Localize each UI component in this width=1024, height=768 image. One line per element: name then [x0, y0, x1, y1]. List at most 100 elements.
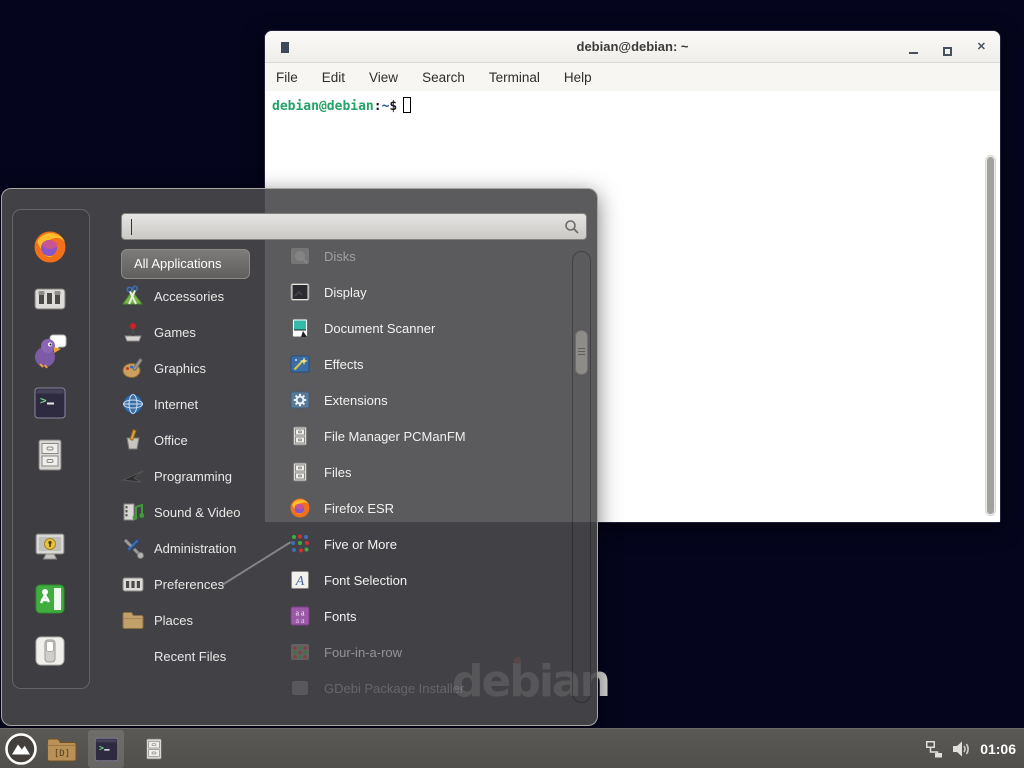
app-disks[interactable]: Disks — [289, 238, 577, 274]
app-display[interactable]: Display — [289, 274, 577, 310]
terminal-menubar: File Edit View Search Terminal Help — [265, 63, 1000, 91]
favorite-firefox[interactable] — [32, 229, 68, 265]
svg-text:>: > — [99, 742, 104, 752]
terminal-scrollbar[interactable] — [985, 155, 996, 516]
category-preferences[interactable]: Preferences — [121, 566, 271, 602]
menu-edit[interactable]: Edit — [322, 70, 345, 85]
app-document-scanner[interactable]: Document Scanner — [289, 310, 577, 346]
category-office[interactable]: Office — [121, 422, 271, 458]
category-all-applications[interactable]: All Applications — [121, 249, 250, 279]
close-button[interactable]: ✕ — [977, 31, 986, 63]
app-label: Firefox ESR — [324, 501, 394, 516]
category-games[interactable]: Games — [121, 314, 271, 350]
app-gdebi-package-installer[interactable]: GDebi Package Installer — [289, 670, 577, 706]
terminal-cursor — [403, 97, 411, 113]
terminal-scrollbar-thumb[interactable] — [987, 157, 994, 514]
sound-video-icon — [121, 500, 145, 524]
favorite-file-manager[interactable] — [32, 437, 68, 473]
application-menu: > — [1, 188, 598, 726]
category-recent-files[interactable]: Recent Files — [121, 638, 271, 674]
category-label: Preferences — [154, 577, 224, 592]
five-or-more-icon — [289, 533, 311, 555]
category-places[interactable]: Places — [121, 602, 271, 638]
prompt-user-host: debian@debian — [272, 99, 374, 114]
menu-terminal[interactable]: Terminal — [489, 70, 540, 85]
category-internet[interactable]: Internet — [121, 386, 271, 422]
category-programming[interactable]: Programming — [121, 458, 271, 494]
session-shut-down[interactable] — [32, 633, 68, 669]
menu-scrollbar-thumb[interactable] — [575, 330, 588, 375]
file-manager-launcher[interactable]: [D] — [42, 729, 82, 768]
firefox-icon — [32, 229, 68, 265]
menu-search-box — [121, 213, 587, 240]
file-cabinet-icon — [289, 461, 311, 483]
app-label: GDebi Package Installer — [324, 681, 464, 696]
menu-help[interactable]: Help — [564, 70, 592, 85]
app-label: Font Selection — [324, 573, 407, 588]
internet-globe-icon — [121, 392, 145, 416]
maximize-button[interactable] — [943, 47, 952, 56]
app-label: Disks — [324, 249, 356, 264]
app-effects[interactable]: Effects — [289, 346, 577, 382]
menu-view[interactable]: View — [369, 70, 398, 85]
category-label: Recent Files — [154, 649, 226, 664]
fonts-icon: a a a a — [289, 605, 311, 627]
category-label: Games — [154, 325, 196, 340]
app-label: File Manager PCManFM — [324, 429, 466, 444]
preferences-icon — [121, 572, 145, 596]
administration-icon — [121, 536, 145, 560]
category-label: Sound & Video — [154, 505, 241, 520]
programming-icon — [121, 464, 145, 488]
category-accessories[interactable]: Accessories — [121, 278, 271, 314]
svg-text:[D]: [D] — [54, 749, 70, 759]
all-applications-label: All Applications — [134, 256, 221, 271]
search-input[interactable] — [122, 214, 586, 239]
app-extensions[interactable]: Extensions — [289, 382, 577, 418]
app-font-selection[interactable]: A Font Selection — [289, 562, 577, 598]
files-launcher[interactable] — [134, 729, 174, 768]
file-cabinet-icon — [32, 437, 68, 473]
category-label: Programming — [154, 469, 232, 484]
terminal-titlebar[interactable]: debian@debian: ~ ✕ — [265, 31, 1000, 63]
app-four-in-a-row[interactable]: Four-in-a-row — [289, 634, 577, 670]
prompt-symbol: $ — [389, 99, 397, 114]
games-icon — [121, 320, 145, 344]
file-cabinet-icon — [142, 735, 166, 763]
category-sound-video[interactable]: Sound & Video — [121, 494, 271, 530]
app-label: Extensions — [324, 393, 388, 408]
graphics-icon — [121, 356, 145, 380]
minimize-button[interactable] — [909, 52, 918, 54]
session-log-out[interactable] — [32, 581, 68, 617]
category-label: Graphics — [154, 361, 206, 376]
app-firefox-esr[interactable]: Firefox ESR — [289, 490, 577, 526]
volume-tray-icon[interactable] — [952, 740, 971, 758]
category-label: Office — [154, 433, 188, 448]
favorite-terminal[interactable]: > — [32, 385, 68, 421]
menu-file[interactable]: File — [276, 70, 298, 85]
category-label: Administration — [154, 541, 236, 556]
category-administration[interactable]: Administration — [121, 530, 271, 566]
app-label: Document Scanner — [324, 321, 435, 336]
app-files[interactable]: Files — [289, 454, 577, 490]
document-scanner-icon — [289, 317, 311, 339]
display-icon — [289, 281, 311, 303]
session-lock-screen[interactable] — [32, 529, 68, 565]
favorite-control-center[interactable] — [32, 281, 68, 317]
four-in-a-row-icon — [289, 641, 311, 663]
places-folder-icon — [121, 608, 145, 632]
window-title: debian@debian: ~ — [577, 39, 689, 54]
menu-search[interactable]: Search — [422, 70, 465, 85]
clock[interactable]: 01:06 — [980, 741, 1016, 757]
menu-button[interactable] — [0, 729, 42, 768]
file-cabinet-icon — [289, 425, 311, 447]
desktop: debian debian@debian: ~ ✕ File Edit View… — [0, 0, 1024, 768]
app-file-manager-pcmanfm[interactable]: File Manager PCManFM — [289, 418, 577, 454]
app-fonts[interactable]: a a a a Fonts — [289, 598, 577, 634]
network-tray-icon[interactable] — [925, 740, 943, 758]
app-five-or-more[interactable]: Five or More — [289, 526, 577, 562]
terminal-window-button[interactable]: > — [88, 730, 124, 768]
category-graphics[interactable]: Graphics — [121, 350, 271, 386]
folder-icon: [D] — [46, 735, 78, 763]
menu-scrollbar-track[interactable] — [572, 251, 591, 703]
favorite-pidgin[interactable] — [32, 333, 68, 369]
